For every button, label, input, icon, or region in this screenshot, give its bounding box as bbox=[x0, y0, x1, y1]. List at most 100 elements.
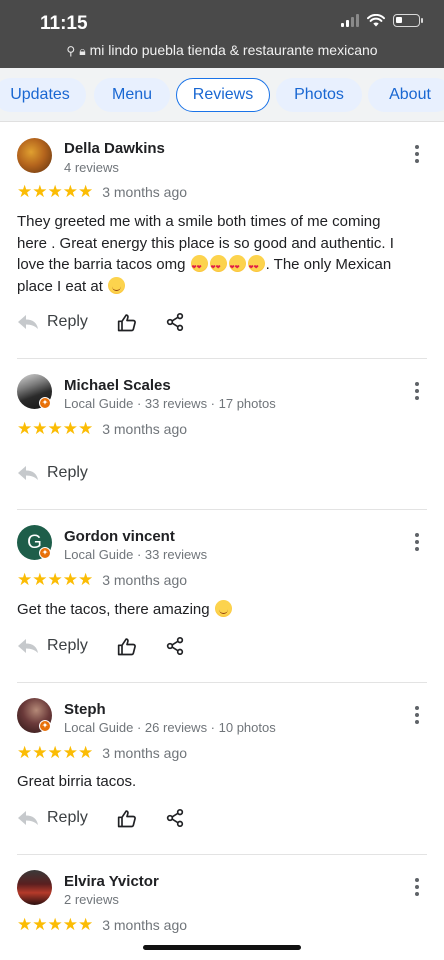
star-rating: ★★★★★ bbox=[17, 743, 94, 762]
reviewer-name[interactable]: Steph bbox=[64, 701, 106, 718]
url-bar[interactable]: ⚲ 🔒︎ mi lindo puebla tienda & restaurante … bbox=[0, 42, 444, 59]
like-button[interactable] bbox=[116, 636, 138, 658]
review-text: Get the tacos, there amazing bbox=[17, 599, 417, 621]
rating-row: ★★★★★ 3 months ago bbox=[17, 182, 187, 202]
tab-photos[interactable]: Photos bbox=[276, 78, 362, 112]
tab-menu[interactable]: Menu bbox=[94, 78, 170, 112]
thumbs-up-icon bbox=[117, 810, 136, 828]
local-guide-badge-icon: ✦ bbox=[39, 547, 51, 559]
tab-about[interactable]: About bbox=[368, 78, 444, 112]
search-icon: ⚲ bbox=[66, 44, 76, 58]
review-actions: Reply bbox=[17, 313, 88, 331]
divider bbox=[17, 509, 427, 510]
reviewer-name[interactable]: Della Dawkins bbox=[64, 140, 165, 157]
smiling-emoji-icon bbox=[108, 276, 126, 294]
lock-icon: 🔒︎ bbox=[79, 44, 86, 58]
reviewer-name[interactable]: Gordon vincent bbox=[64, 528, 175, 545]
reply-label: Reply bbox=[47, 637, 88, 654]
review-actions: Reply bbox=[17, 464, 88, 482]
tab-updates[interactable]: Updates bbox=[0, 78, 86, 112]
cellular-signal-icon bbox=[341, 14, 359, 27]
review-text-segment: . The only Mexican bbox=[265, 256, 392, 273]
heart-eyes-emoji-icon bbox=[247, 255, 265, 280]
review-text-segment: place I eat at bbox=[17, 277, 103, 295]
avatar[interactable] bbox=[17, 870, 52, 905]
review-text-segment: Get the tacos, there amazing bbox=[17, 601, 210, 618]
review-text-segment: love the barria tacos omg bbox=[17, 256, 186, 273]
smiling-emoji-icon bbox=[214, 600, 232, 617]
reply-label: Reply bbox=[47, 464, 88, 481]
browser-top-bar: 11:15 ⚲ 🔒︎ mi lindo puebla tienda & restau… bbox=[0, 0, 444, 68]
home-indicator[interactable] bbox=[143, 945, 301, 950]
review-time: 3 months ago bbox=[102, 917, 188, 933]
more-options-icon[interactable] bbox=[414, 706, 420, 724]
rating-row: ★★★★★ 3 months ago bbox=[17, 915, 187, 935]
wifi-icon bbox=[367, 14, 385, 27]
reply-button[interactable]: Reply bbox=[17, 464, 88, 482]
reviewer-meta: Local Guide · 26 reviews · 10 photos bbox=[64, 720, 276, 735]
review-text-line: here . Great energy this place is so goo… bbox=[17, 234, 394, 252]
thumbs-up-icon bbox=[117, 638, 136, 656]
review-time: 3 months ago bbox=[102, 572, 188, 588]
divider bbox=[17, 682, 427, 683]
more-options-icon[interactable] bbox=[414, 382, 420, 400]
reviewer-name[interactable]: Michael Scales bbox=[64, 377, 171, 394]
review-text: They greeted me with a smile both times … bbox=[17, 211, 417, 297]
reviewer-meta: 4 reviews bbox=[64, 160, 119, 175]
share-icon bbox=[166, 313, 184, 332]
reviewer-name[interactable]: Elvira Yvictor bbox=[64, 873, 159, 890]
thumbs-up-icon bbox=[117, 314, 136, 332]
review-text-line: They greeted me with a smile both times … bbox=[17, 213, 381, 230]
star-rating: ★★★★★ bbox=[17, 419, 94, 438]
reply-button[interactable]: Reply bbox=[17, 637, 88, 655]
heart-eyes-emoji-icon bbox=[209, 255, 227, 280]
reply-icon bbox=[18, 315, 38, 329]
reply-button[interactable]: Reply bbox=[17, 809, 88, 827]
reply-icon bbox=[18, 466, 38, 480]
status-icons bbox=[341, 14, 423, 27]
more-options-icon[interactable] bbox=[414, 145, 420, 163]
url-text: mi lindo puebla tienda & restaurante mex… bbox=[89, 42, 378, 58]
reply-label: Reply bbox=[47, 313, 88, 330]
reply-icon bbox=[18, 811, 38, 825]
rating-row: ★★★★★ 3 months ago bbox=[17, 570, 187, 590]
share-button[interactable] bbox=[164, 311, 186, 333]
review-actions: Reply bbox=[17, 809, 88, 827]
review-time: 3 months ago bbox=[102, 184, 188, 200]
rating-row: ★★★★★ 3 months ago bbox=[17, 743, 187, 763]
like-button[interactable] bbox=[116, 808, 138, 830]
share-icon bbox=[166, 637, 184, 656]
review-time: 3 months ago bbox=[102, 745, 188, 761]
divider bbox=[17, 854, 427, 855]
star-rating: ★★★★★ bbox=[17, 182, 94, 201]
status-time: 11:15 bbox=[40, 13, 88, 34]
reply-icon bbox=[18, 639, 38, 653]
heart-eyes-emoji-icon bbox=[190, 255, 208, 280]
more-options-icon[interactable] bbox=[414, 878, 420, 896]
local-guide-badge-icon: ✦ bbox=[39, 720, 51, 732]
rating-row: ★★★★★ 3 months ago bbox=[17, 419, 187, 439]
review-text: Great birria tacos. bbox=[17, 773, 137, 790]
battery-icon bbox=[393, 14, 423, 27]
reply-label: Reply bbox=[47, 809, 88, 826]
place-tabs: Updates Menu Reviews Photos About bbox=[0, 68, 444, 122]
more-options-icon[interactable] bbox=[414, 533, 420, 551]
reply-button[interactable]: Reply bbox=[17, 313, 88, 331]
like-button[interactable] bbox=[116, 312, 138, 334]
share-button[interactable] bbox=[164, 635, 186, 657]
heart-eyes-emoji-icon bbox=[228, 255, 246, 280]
review-text-line: love the barria tacos omg . The only Mex… bbox=[17, 254, 417, 280]
star-rating: ★★★★★ bbox=[17, 915, 94, 934]
avatar[interactable] bbox=[17, 138, 52, 173]
star-rating: ★★★★★ bbox=[17, 570, 94, 589]
reviewer-meta: Local Guide · 33 reviews · 17 photos bbox=[64, 396, 276, 411]
tab-reviews[interactable]: Reviews bbox=[176, 78, 270, 112]
reviewer-meta: 2 reviews bbox=[64, 892, 119, 907]
share-icon bbox=[166, 809, 184, 828]
review-actions: Reply bbox=[17, 637, 88, 655]
reviewer-meta: Local Guide · 33 reviews bbox=[64, 547, 208, 562]
local-guide-badge-icon: ✦ bbox=[39, 397, 51, 409]
review-time: 3 months ago bbox=[102, 421, 188, 437]
divider bbox=[17, 358, 427, 359]
share-button[interactable] bbox=[164, 807, 186, 829]
